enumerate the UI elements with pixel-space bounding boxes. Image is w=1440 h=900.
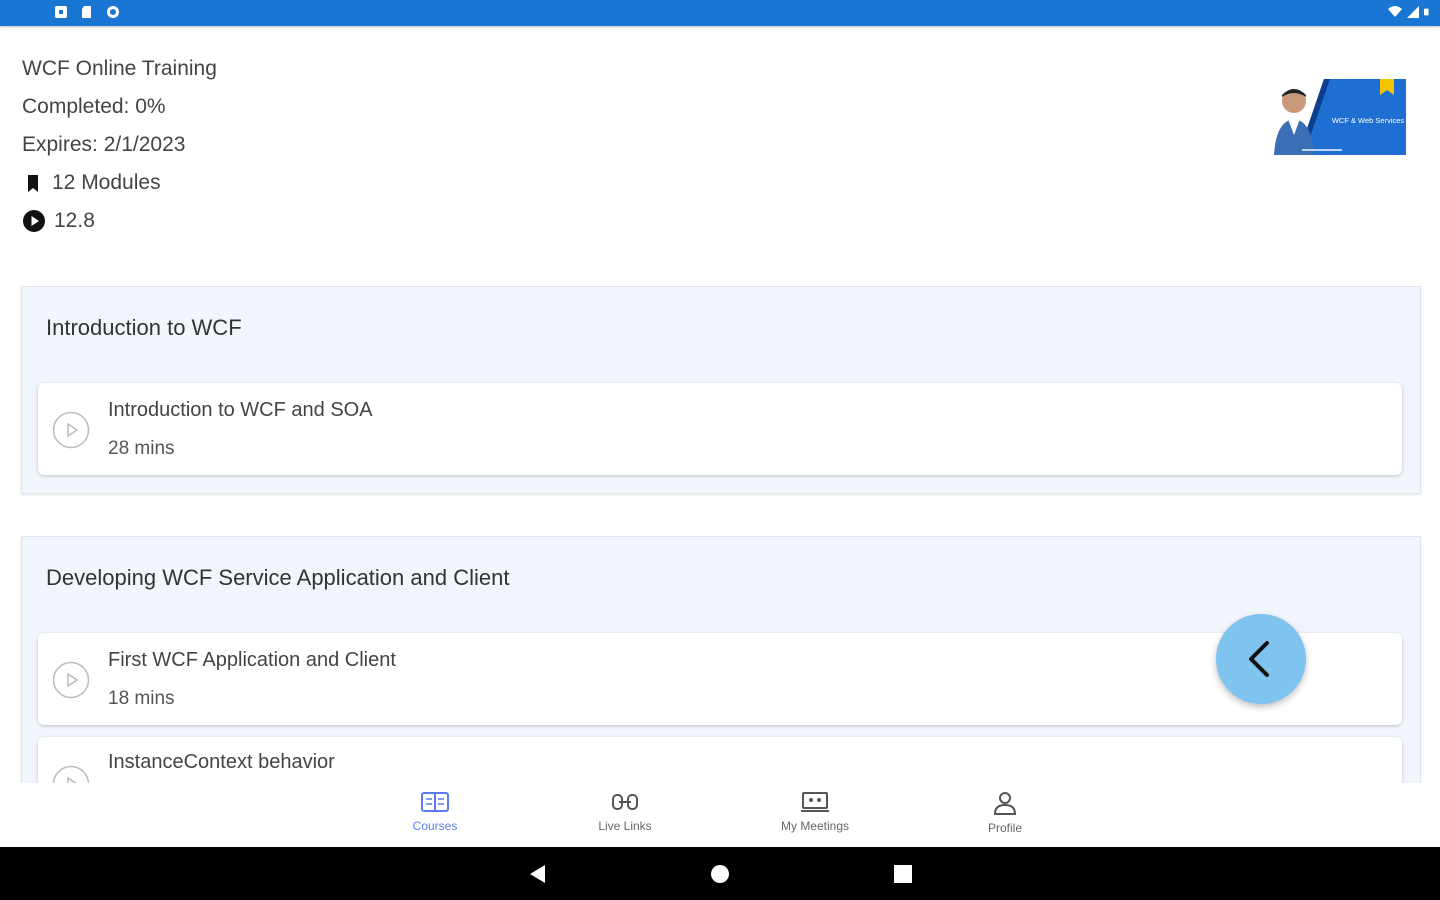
play-icon <box>52 661 90 699</box>
back-triangle-icon[interactable] <box>528 864 548 884</box>
meetings-icon <box>801 792 829 812</box>
bookmark-icon <box>28 175 38 192</box>
sync-icon <box>107 6 119 18</box>
profile-icon <box>993 792 1017 815</box>
live-links-icon <box>612 794 638 810</box>
completion-status: Completed: 0% <box>22 95 166 118</box>
course-info: WCF Online Training Completed: 0% Expire… <box>22 50 217 240</box>
back-fab-button[interactable] <box>1216 614 1306 704</box>
nav-label: Live Links <box>598 819 652 833</box>
recents-square-icon[interactable] <box>893 864 913 884</box>
chevron-left-icon <box>1249 641 1269 677</box>
lesson-item[interactable]: Introduction to WCF and SOA 28 mins <box>38 383 1402 475</box>
module-section: Developing WCF Service Application and C… <box>21 536 1421 829</box>
modules-count-row: 12 Modules <box>22 164 217 202</box>
lesson-title: InstanceContext behavior <box>108 751 335 773</box>
lesson-title: First WCF Application and Client <box>108 649 396 671</box>
module-section: Introduction to WCF Introduction to WCF … <box>21 286 1421 494</box>
battery-icon <box>1424 8 1429 16</box>
nav-label: Profile <box>987 821 1022 835</box>
nav-live-links[interactable]: Live Links <box>565 791 685 833</box>
wifi-icon <box>1388 6 1402 17</box>
course-thumbnail: WCF & Web Services <box>1272 79 1406 155</box>
play-icon <box>52 411 90 449</box>
modules-count: 12 Modules <box>52 171 161 194</box>
nav-profile[interactable]: Profile <box>945 791 1065 835</box>
lesson-item[interactable]: First WCF Application and Client 18 mins <box>38 633 1402 725</box>
course-hours: 12.8 <box>54 209 95 232</box>
lesson-title: Introduction to WCF and SOA <box>108 399 373 421</box>
course-title: WCF Online Training <box>22 57 217 80</box>
play-circle-icon <box>23 210 45 232</box>
sd-card-icon <box>82 6 91 18</box>
bottom-navigation: Courses Live Links My Meetings Profile <box>0 783 1440 847</box>
lesson-duration: 18 mins <box>108 688 175 709</box>
section-title: Developing WCF Service Application and C… <box>46 565 510 590</box>
hours-row: 12.8 <box>22 202 217 240</box>
notification-icon <box>55 6 67 18</box>
thumbnail-caption: WCF & Web Services <box>1332 116 1405 125</box>
nav-courses[interactable]: Courses <box>375 791 495 833</box>
nav-label: Courses <box>412 819 458 833</box>
thumbnail-image: WCF & Web Services <box>1272 79 1406 155</box>
nav-my-meetings[interactable]: My Meetings <box>755 791 875 833</box>
home-circle-icon[interactable] <box>710 864 730 884</box>
lesson-duration: 28 mins <box>108 438 175 459</box>
courses-icon <box>421 792 449 812</box>
system-navigation-bar <box>0 847 1440 900</box>
signal-icon <box>1407 6 1419 18</box>
nav-label: My Meetings <box>780 819 850 833</box>
status-bar <box>0 0 1440 26</box>
expiry-date: Expires: 2/1/2023 <box>22 133 186 156</box>
section-title: Introduction to WCF <box>46 315 242 340</box>
